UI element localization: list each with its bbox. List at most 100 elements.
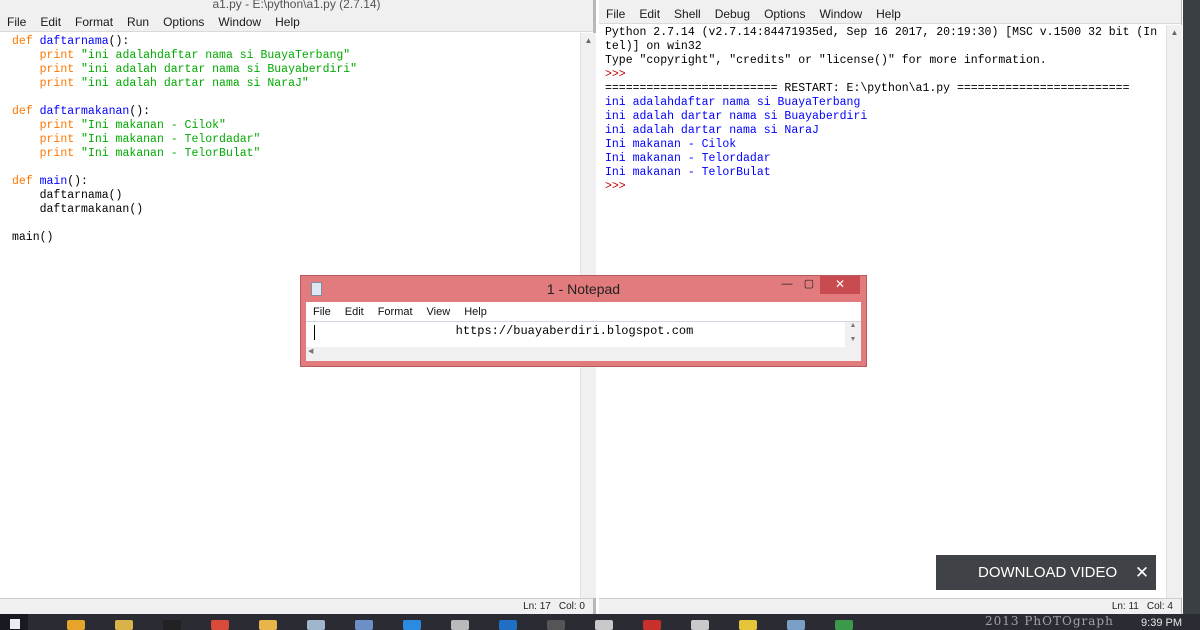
menu-item-run[interactable]: Run [120,15,156,29]
notepad-content[interactable]: https://buayaberdiri.blogspot.com [306,324,843,338]
taskbar-item[interactable] [778,614,814,630]
download-video-banner[interactable]: DOWNLOAD VIDEO ✕ [936,555,1156,590]
shell-line: >>> [605,68,633,81]
shell-scrollbar[interactable]: ▲ [1166,25,1182,598]
shell-line: tel)] on win32 [605,40,702,53]
minimize-icon[interactable]: — [776,276,798,294]
code-line: print "ini adalahdaftar nama si BuayaTer… [12,49,578,63]
code-string: "Ini makanan - TelorBulat" [81,147,261,160]
shell-line: Ini makanan - TelorBulat [605,166,771,179]
notepad-icon [307,620,325,630]
menu-item-help[interactable]: Help [869,7,908,21]
code-keyword: def [12,105,40,118]
code-line: print "ini adalah dartar nama si NaraJ" [12,77,578,91]
menu-item-file[interactable]: File [599,7,632,21]
notepad-vscroll[interactable]: ▲ ▼ [845,322,861,361]
code-line: main() [12,231,578,245]
ie-icon [403,620,421,630]
close-icon[interactable]: ✕ [1128,555,1156,590]
code-line: print "ini adalah dartar nama si Buayabe… [12,63,578,77]
code-keyword: print [39,147,82,160]
editor-title: a1.py - E:\python\a1.py (2.7.14) [0,0,593,12]
taskbar-item[interactable] [154,614,190,630]
shell-line: ini adalah dartar nama si Buayaberdiri [605,110,868,123]
start-button[interactable] [0,614,28,630]
taskbar-item[interactable] [442,614,478,630]
code-text: daftarnama() [39,189,123,202]
taskbar-item[interactable] [250,614,286,630]
menu-item-shell[interactable]: Shell [667,7,708,21]
spreadsheet-icon [835,620,853,630]
taskbar-item[interactable] [490,614,526,630]
editor-status-col: Col: 0 [558,601,585,612]
menu-item-file[interactable]: File [0,15,33,29]
menu-item-options[interactable]: Options [757,7,812,21]
disk-icon [451,620,469,630]
taskbar-item[interactable] [634,614,670,630]
taskbar-item[interactable] [730,614,766,630]
menu-item-format[interactable]: Format [68,15,120,29]
taskbar-clock[interactable]: 9:39 PM [1141,617,1182,629]
watermark: 2013 PhOTOgraph [985,614,1114,628]
code-line: print "Ini makanan - Telordadar" [12,133,578,147]
menu-item-edit[interactable]: Edit [338,306,371,318]
taskbar-item[interactable] [58,614,94,630]
taskbar-item[interactable] [394,614,430,630]
menu-item-edit[interactable]: Edit [33,15,68,29]
shell-statusbar: Ln: 11 Col: 4 [599,598,1181,614]
notepad-menubar: File Edit Format View Help [306,302,861,321]
scroll-up-icon[interactable]: ▲ [581,33,596,48]
notepad-text-area[interactable]: https://buayaberdiri.blogspot.com ▲ ▼ ◀ [306,321,861,361]
taskbar-item[interactable] [682,614,718,630]
shield-icon [499,620,517,630]
menu-item-file[interactable]: File [306,306,338,318]
menu-item-view[interactable]: View [420,306,458,318]
menu-item-help[interactable]: Help [268,15,307,29]
code-function-name: main [39,175,68,188]
menu-item-debug[interactable]: Debug [708,7,757,21]
taskbar-item[interactable] [538,614,574,630]
taskbar-item[interactable] [586,614,622,630]
code-text: (): [129,105,151,118]
tool-icon [595,620,613,630]
code-line: daftarmakanan() [12,203,578,217]
menu-item-format[interactable]: Format [371,306,420,318]
code-text: daftarmakanan() [39,203,144,216]
folder-icon [115,620,133,630]
menu-item-edit[interactable]: Edit [632,7,667,21]
code-text: main() [12,231,54,244]
taskbar-item[interactable] [106,614,142,630]
app-icon [547,620,565,630]
code-line: daftarnama() [12,189,578,203]
code-line: print "Ini makanan - TelorBulat" [12,147,578,161]
background-window-edge [1183,0,1200,614]
taskbar-item[interactable] [298,614,334,630]
code-string: "ini adalah dartar nama si Buayaberdiri" [81,63,358,76]
menu-item-help[interactable]: Help [457,306,494,318]
taskbar-item[interactable] [826,614,862,630]
shell-menubar: File Edit Shell Debug Options Window Help [599,4,1181,24]
code-text: (): [108,35,130,48]
shell-status-line: Ln: 11 [1111,601,1139,612]
red-app-icon [643,620,661,630]
menu-item-window[interactable]: Window [211,15,268,29]
menu-item-window[interactable]: Window [812,7,869,21]
shell-line: ini adalahdaftar nama si BuayaTerbang [605,96,861,109]
code-string: "Ini makanan - Telordadar" [81,133,261,146]
notepad-hscroll[interactable]: ◀ [306,347,845,361]
download-video-label[interactable]: DOWNLOAD VIDEO [978,564,1117,581]
taskbar-item[interactable] [346,614,382,630]
notepad-window: 1 - Notepad — ▢ ✕ File Edit Format View Help… [300,275,867,367]
windows-icon [10,619,20,629]
close-icon[interactable]: ✕ [820,276,860,294]
menu-item-options[interactable]: Options [156,15,211,29]
code-line: def daftarmakanan(): [12,105,578,119]
maximize-icon[interactable]: ▢ [798,276,820,294]
taskbar-item[interactable] [202,614,238,630]
scroll-up-icon[interactable]: ▲ [1167,25,1182,40]
